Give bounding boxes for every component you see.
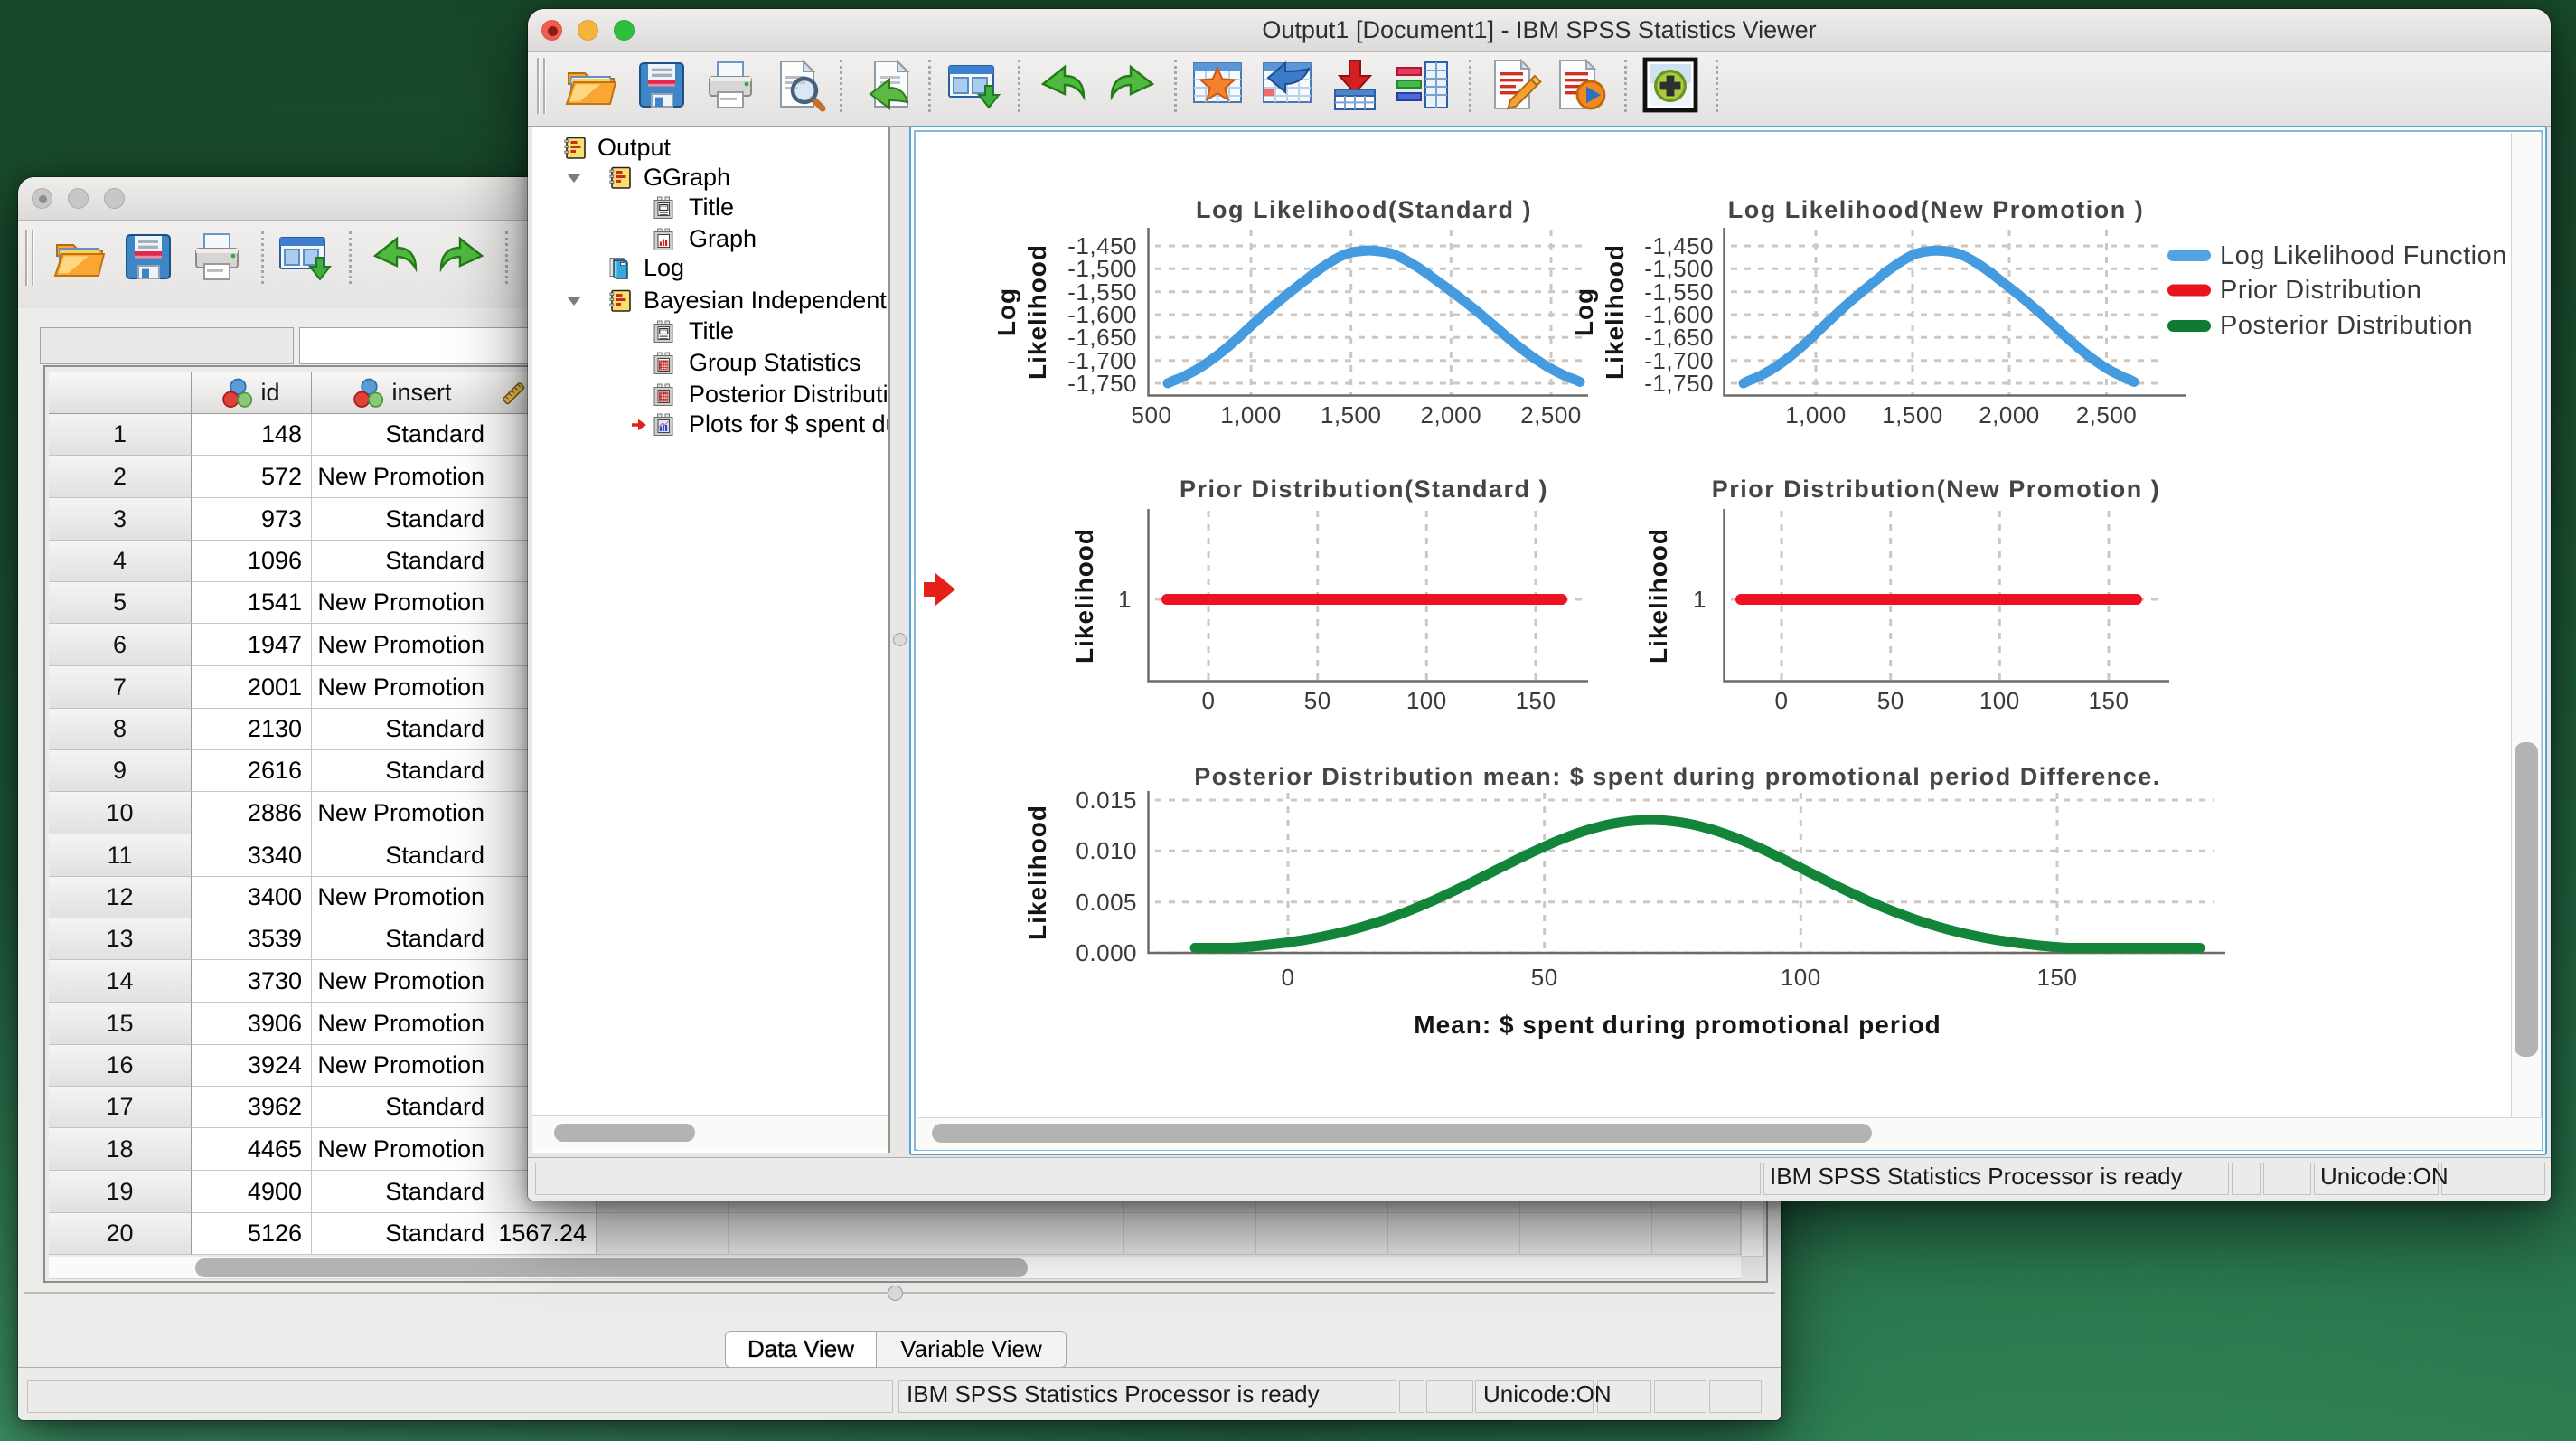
svg-text:150: 150 (2037, 964, 2078, 991)
svg-text:Prior Distribution(New Promoti: Prior Distribution(New Promotion ) (1712, 476, 2161, 503)
svg-text:1,500: 1,500 (1321, 401, 1382, 429)
svg-text:0.015: 0.015 (1076, 786, 1137, 814)
svg-text:Mean: $ spent during promotion: Mean: $ spent during promotional period (1414, 1011, 1941, 1039)
svg-text:0.000: 0.000 (1076, 939, 1137, 966)
svg-text:500: 500 (1132, 401, 1172, 429)
svg-text:50: 50 (1304, 687, 1331, 714)
svg-text:0: 0 (1282, 964, 1295, 991)
svg-text:100: 100 (1781, 964, 1821, 991)
svg-text:Posterior Distribution mean: $: Posterior Distribution mean: $ spent dur… (1194, 763, 2161, 790)
svg-text:1,000: 1,000 (1785, 401, 1847, 429)
svg-text:Likelihood: Likelihood (1023, 805, 1051, 940)
svg-text:Log Likelihood(New Promotion ): Log Likelihood(New Promotion ) (1728, 196, 2144, 223)
svg-text:150: 150 (1516, 687, 1556, 714)
svg-text:2,000: 2,000 (1979, 401, 2040, 429)
svg-text:100: 100 (1406, 687, 1447, 714)
svg-text:1,000: 1,000 (1220, 401, 1282, 429)
svg-text:0: 0 (1775, 687, 1789, 714)
svg-text:Log Likelihood Function: Log Likelihood Function (2220, 241, 2507, 270)
svg-text:1: 1 (1693, 586, 1706, 613)
svg-text:-1,750: -1,750 (1644, 370, 1714, 397)
svg-text:0.010: 0.010 (1076, 837, 1137, 864)
svg-text:2,000: 2,000 (1421, 401, 1482, 429)
svg-text:2,500: 2,500 (1520, 401, 1582, 429)
svg-text:LogLikelihood: Log Likelihood (992, 244, 1051, 380)
svg-text:1,500: 1,500 (1882, 401, 1943, 429)
svg-text:1: 1 (1118, 586, 1132, 613)
svg-text:Log Likelihood(Standard ): Log Likelihood(Standard ) (1196, 196, 1532, 223)
svg-text:0: 0 (1202, 687, 1216, 714)
svg-text:0.005: 0.005 (1076, 889, 1137, 916)
svg-text:150: 150 (2089, 687, 2129, 714)
svg-text:Likelihood: Likelihood (1070, 528, 1098, 664)
svg-text:Likelihood: Likelihood (1644, 528, 1672, 664)
svg-text:-1,750: -1,750 (1067, 370, 1137, 397)
svg-text:50: 50 (1531, 964, 1558, 991)
svg-text:50: 50 (1877, 687, 1904, 714)
svg-text:100: 100 (1979, 687, 2020, 714)
svg-text:Prior Distribution: Prior Distribution (2220, 276, 2421, 305)
svg-text:Prior Distribution(Standard ): Prior Distribution(Standard ) (1180, 476, 1548, 503)
svg-text:Posterior Distribution: Posterior Distribution (2220, 311, 2473, 340)
svg-text:2,500: 2,500 (2076, 401, 2138, 429)
